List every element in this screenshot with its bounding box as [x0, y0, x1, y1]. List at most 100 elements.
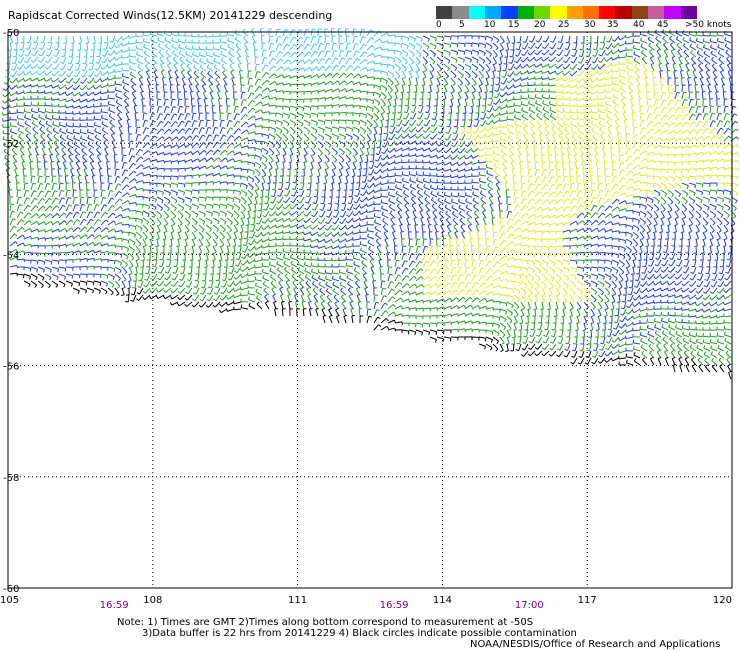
wind-barb-flag — [493, 162, 497, 166]
wind-barb-flag — [312, 153, 316, 156]
wind-barb — [233, 159, 241, 163]
wind-barb — [584, 130, 592, 135]
wind-barb-flag — [468, 75, 471, 79]
wind-barb-flag — [402, 123, 406, 127]
wind-barb — [551, 42, 557, 50]
wind-barb-flag — [18, 133, 21, 137]
wind-barb — [396, 133, 403, 140]
wind-barb-flag — [471, 185, 474, 189]
wind-barb-flag — [214, 70, 218, 74]
wind-barb — [455, 126, 459, 134]
wind-barb-flag — [187, 70, 191, 73]
wind-barb-flag — [705, 112, 709, 115]
wind-barb-flag — [611, 39, 615, 42]
wind-barb — [331, 104, 339, 107]
wind-barb — [610, 154, 613, 163]
wind-barb — [445, 147, 452, 154]
wind-barb-flag — [43, 90, 46, 94]
wind-barb-flag — [457, 192, 460, 196]
wind-barb-flag — [582, 97, 585, 101]
wind-barb — [377, 154, 382, 162]
wind-barb-flag — [478, 141, 481, 146]
wind-barb — [521, 77, 529, 81]
wind-barb-flag — [44, 72, 47, 76]
wind-barb — [105, 155, 109, 163]
wind-barb-flag — [732, 98, 736, 101]
wind-barb — [436, 175, 445, 178]
wind-barb-flag — [615, 191, 620, 194]
wind-barb — [508, 149, 515, 156]
wind-barb — [499, 132, 508, 135]
wind-barb — [695, 159, 703, 163]
wind-barb — [475, 126, 480, 134]
wind-barb — [534, 176, 539, 184]
wind-barb — [537, 42, 543, 49]
wind-barb — [338, 182, 341, 190]
wind-barb — [359, 105, 367, 108]
wind-barb — [137, 72, 144, 79]
wind-barb-flag — [258, 165, 262, 169]
wind-barb — [576, 183, 579, 191]
wind-barb — [390, 133, 396, 141]
wind-barb — [479, 192, 487, 198]
wind-barb — [492, 35, 500, 41]
wind-barb — [444, 194, 452, 198]
wind-barb — [632, 134, 636, 142]
wind-barb — [710, 40, 718, 44]
wind-barb — [479, 174, 487, 177]
wind-barb-flag — [300, 123, 304, 127]
wind-barb — [107, 190, 111, 198]
wind-barb — [282, 43, 288, 51]
wind-barb — [247, 131, 255, 135]
wind-barb — [142, 127, 147, 135]
wind-barb — [17, 117, 25, 121]
wind-barb-flag — [397, 111, 401, 114]
wind-barb — [190, 98, 193, 107]
wind-barb — [192, 48, 200, 51]
wind-barb — [310, 43, 315, 51]
wind-barb — [37, 183, 41, 191]
wind-barb-flag — [527, 58, 530, 62]
wind-barb — [317, 89, 325, 93]
wind-barb-flag — [257, 70, 261, 73]
wind-barb — [383, 147, 389, 155]
wind-barb — [83, 70, 88, 78]
wind-barb-flag — [527, 94, 530, 98]
wind-barb-flag — [111, 139, 116, 143]
wind-barb-flag — [313, 35, 317, 38]
wind-barb — [604, 190, 609, 198]
wind-barb-flag — [190, 143, 193, 147]
wind-barb-flag — [72, 87, 76, 91]
wind-barb-flag — [568, 85, 572, 89]
wind-barb-flag — [217, 90, 221, 93]
wind-barb — [526, 155, 529, 163]
wind-barb — [193, 66, 200, 72]
wind-barb — [487, 185, 494, 191]
wind-barb-flag — [378, 94, 381, 98]
wind-barb — [677, 51, 683, 58]
wind-barb — [61, 70, 67, 77]
wind-barb-flag — [722, 83, 726, 86]
wind-barb-flag — [100, 114, 103, 118]
wind-barb-flag — [714, 83, 718, 86]
wind-barb-flag — [316, 114, 319, 118]
wind-barb — [338, 154, 345, 161]
wind-barb-flag — [343, 144, 346, 148]
wind-barb — [198, 120, 202, 128]
wind-barb — [493, 152, 501, 156]
wind-barb-flag — [403, 68, 407, 72]
wind-barb-flag — [394, 136, 398, 140]
wind-barb — [555, 169, 558, 177]
wind-barb — [23, 104, 32, 107]
wind-barb — [543, 49, 550, 56]
wind-barb-flag — [117, 183, 122, 186]
wind-barb — [524, 141, 529, 149]
wind-barb — [80, 131, 88, 135]
wind-barb-flag — [100, 72, 104, 76]
wind-barb — [268, 140, 275, 146]
wind-barb-flag — [30, 66, 34, 70]
wind-barb — [603, 161, 606, 170]
wind-barb — [468, 133, 473, 141]
wind-barb — [464, 84, 470, 92]
wind-barb-flag — [579, 189, 583, 192]
